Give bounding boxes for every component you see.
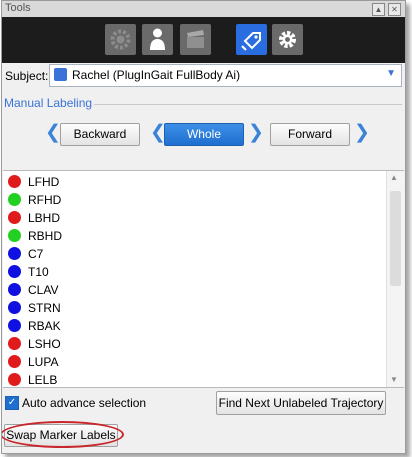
list-item[interactable]: LELB bbox=[3, 371, 383, 387]
marker-dot-icon bbox=[8, 193, 21, 206]
list-item[interactable]: RBAK bbox=[3, 317, 383, 335]
marker-dot-icon bbox=[8, 301, 21, 314]
list-item[interactable]: CLAV bbox=[3, 281, 383, 299]
list-item[interactable]: LBHD bbox=[3, 209, 383, 227]
auto-advance-label: Auto advance selection bbox=[22, 396, 147, 410]
scroll-down-icon[interactable]: ▼ bbox=[390, 375, 398, 384]
highlight-annotation-circle bbox=[2, 421, 124, 448]
window-title: Tools bbox=[5, 2, 31, 14]
list-item[interactable]: STRN bbox=[3, 299, 383, 317]
manual-labeling-header: Manual Labeling bbox=[4, 96, 93, 110]
scrollbar-thumb[interactable] bbox=[390, 191, 401, 286]
list-scrollbar[interactable]: ▲ ▼ bbox=[386, 171, 404, 387]
marker-dot-icon bbox=[8, 283, 21, 296]
marker-list: LFHD RFHD LBHD RBHD C7 T10 CLAV STRN RBA… bbox=[3, 170, 404, 388]
subject-person-icon bbox=[54, 68, 67, 81]
auto-advance-checkbox[interactable]: ✓ bbox=[5, 396, 19, 410]
clapperboard-icon[interactable] bbox=[180, 24, 211, 55]
list-item[interactable]: T10 bbox=[3, 263, 383, 281]
section-divider bbox=[94, 104, 402, 105]
scroll-up-icon[interactable]: ▲ bbox=[390, 173, 398, 182]
subject-value: Rachel (PlugInGait FullBody Ai) bbox=[72, 68, 241, 82]
marker-dot-icon bbox=[8, 211, 21, 224]
list-item[interactable]: LFHD bbox=[3, 173, 383, 191]
list-item[interactable]: RBHD bbox=[3, 227, 383, 245]
subject-label: Subject: bbox=[5, 69, 49, 83]
list-item[interactable]: RFHD bbox=[3, 191, 383, 209]
whole-button[interactable]: Whole bbox=[164, 123, 244, 146]
close-icon[interactable]: ✕ bbox=[388, 3, 401, 16]
settings-gear-grey-icon[interactable] bbox=[105, 24, 136, 55]
marker-dot-icon bbox=[8, 337, 21, 350]
list-item[interactable]: LSHO bbox=[3, 335, 383, 353]
title-bar: Tools ▲ ✕ bbox=[2, 1, 405, 17]
chevron-right-icon[interactable]: ❯ bbox=[248, 123, 264, 142]
backward-button[interactable]: Backward bbox=[60, 123, 140, 146]
marker-dot-icon bbox=[8, 265, 21, 278]
marker-dot-icon bbox=[8, 175, 21, 188]
subject-combo[interactable]: Rachel (PlugInGait FullBody Ai) ▼ bbox=[49, 64, 402, 87]
marker-dot-icon bbox=[8, 373, 21, 386]
label-tag-icon[interactable] bbox=[236, 24, 267, 55]
marker-dot-icon bbox=[8, 355, 21, 368]
find-next-unlabeled-button[interactable]: Find Next Unlabeled Trajectory bbox=[216, 391, 386, 415]
marker-dot-icon bbox=[8, 247, 21, 260]
chevron-right-icon[interactable]: ❯ bbox=[354, 123, 370, 142]
person-icon[interactable] bbox=[142, 24, 173, 55]
tool-toolbar bbox=[2, 17, 405, 63]
chevron-down-icon: ▼ bbox=[386, 68, 396, 79]
list-item[interactable]: LUPA bbox=[3, 353, 383, 371]
marker-dot-icon bbox=[8, 229, 21, 242]
marker-dot-icon bbox=[8, 319, 21, 332]
list-item[interactable]: C7 bbox=[3, 245, 383, 263]
tools-panel: Tools ▲ ✕ Subject: Rachel (PlugInGait Fu… bbox=[1, 0, 406, 454]
gear-icon[interactable] bbox=[272, 24, 303, 55]
pin-icon[interactable]: ▲ bbox=[372, 3, 385, 16]
forward-button[interactable]: Forward bbox=[270, 123, 350, 146]
chevron-left-icon[interactable]: ❮ bbox=[45, 123, 61, 142]
